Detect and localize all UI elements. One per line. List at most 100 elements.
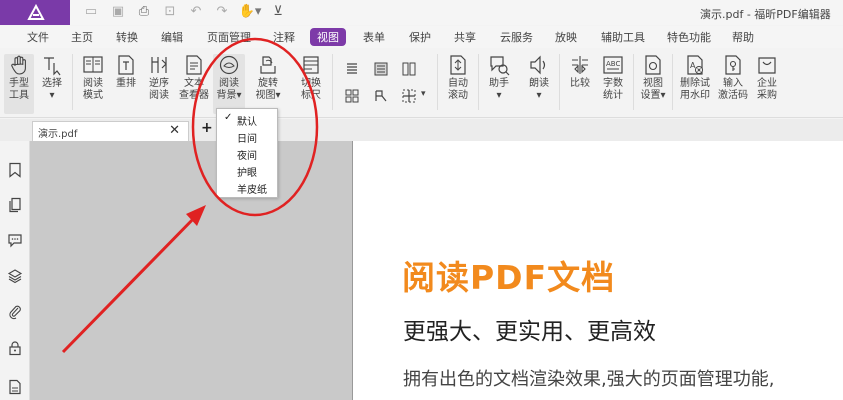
document-canvas-background — [30, 141, 352, 400]
continuous-page-icon[interactable] — [373, 61, 389, 77]
facing-page-icon[interactable] — [401, 61, 417, 77]
text-viewer-button[interactable]: 文本 查看器 — [177, 54, 211, 102]
auto-scroll-button[interactable]: 自动 滚动 — [443, 54, 473, 102]
layers-icon[interactable] — [7, 268, 23, 284]
reflow-button[interactable]: 重排 — [111, 54, 141, 90]
undo-icon[interactable]: ↶ — [188, 4, 204, 20]
attachments-icon[interactable] — [7, 304, 23, 320]
save-icon[interactable]: ▣ — [110, 4, 126, 20]
menu-share[interactable]: 共享 — [454, 29, 476, 45]
document-icon[interactable] — [7, 379, 23, 395]
tab-document-name: 演示.pdf — [38, 129, 78, 140]
toggle-ruler-button[interactable]: 切换 标尺 — [296, 54, 326, 102]
hand-dropdown-icon[interactable]: ✋▾ — [238, 4, 262, 20]
rotate-view-button[interactable]: 旋转 视图▾ — [253, 54, 283, 102]
redo-icon[interactable]: ↷ — [214, 4, 230, 20]
ribbon-separator — [437, 54, 438, 110]
ribbon-separator — [332, 54, 333, 110]
new-tab-button[interactable]: + — [201, 120, 213, 136]
enterprise-purchase-icon — [758, 57, 776, 74]
ribbon-separator — [672, 54, 673, 110]
read-background-button[interactable]: 阅读 背景▾ — [213, 54, 245, 114]
assistant-button[interactable]: 助手 ▾ — [484, 54, 514, 102]
view-settings-button[interactable]: 视图 设置▾ — [638, 54, 668, 102]
tab-document[interactable]: 演示.pdf ✕ — [32, 121, 189, 141]
select-button[interactable]: 选择 ▾ — [37, 54, 67, 102]
menu-view[interactable]: 视图 — [310, 28, 346, 46]
menu-annotate[interactable]: 注释 — [273, 29, 295, 45]
read-background-dropdown: ✓ 默认 日间 夜间 护眼 羊皮纸 — [216, 108, 278, 198]
reverse-read-icon — [151, 57, 167, 73]
menu-edit[interactable]: 编辑 — [161, 29, 183, 45]
background-option-default[interactable]: ✓ 默认 — [217, 111, 279, 128]
cover-page-icon[interactable] — [344, 88, 360, 104]
print-icon[interactable]: ⎙ — [136, 4, 152, 20]
auto-scroll-icon — [450, 55, 466, 75]
page-title: 阅读PDF文档 — [402, 258, 616, 297]
split-view-icon[interactable] — [373, 88, 389, 104]
background-option-parchment[interactable]: 羊皮纸 — [217, 179, 279, 196]
pages-icon[interactable] — [7, 197, 23, 213]
ruler-icon — [303, 56, 319, 74]
hand-icon — [11, 55, 26, 75]
hand-tool-button[interactable]: 手型 工具 — [4, 54, 34, 114]
menu-help[interactable]: 帮助 — [732, 29, 754, 45]
read-mode-icon — [83, 56, 103, 73]
read-mode-button[interactable]: 阅读 模式 — [78, 54, 108, 102]
menu-slideshow[interactable]: 放映 — [555, 29, 577, 45]
menu-file[interactable]: 文件 — [27, 29, 49, 45]
bookmark-icon[interactable] — [7, 162, 23, 178]
reflow-icon — [118, 55, 134, 75]
comments-icon[interactable] — [7, 232, 23, 248]
background-option-day[interactable]: 日间 — [217, 128, 279, 145]
read-background-icon — [219, 55, 239, 75]
menu-page-manage[interactable]: 页面管理 — [207, 29, 251, 45]
svg-text:ABC: ABC — [606, 60, 620, 68]
ribbon-separator — [633, 54, 634, 110]
title-bar: ▭ ▣ ⎙ ⊡ ↶ ↷ ✋▾ ⊻ 演示.pdf - 福昕PDF编辑器 — [0, 0, 843, 25]
folder-icon[interactable]: ▭ — [83, 4, 99, 20]
menu-protect[interactable]: 保护 — [409, 29, 431, 45]
checkmark-icon: ✓ — [224, 112, 233, 123]
menu-accessibility[interactable]: 辅助工具 — [601, 29, 645, 45]
single-page-icon[interactable] — [344, 61, 360, 77]
app-logo — [0, 0, 70, 25]
word-count-button[interactable]: ABC 字数 统计 — [598, 54, 628, 102]
security-icon[interactable] — [7, 340, 23, 356]
menu-cloud[interactable]: 云服务 — [500, 29, 533, 45]
pdf-page: 阅读PDF文档 更强大、更实用、更高效 拥有出色的文档渲染效果,强大的页面管理功… — [352, 141, 843, 400]
activation-code-button[interactable]: 输入 激活码 — [718, 54, 748, 102]
ribbon-separator — [72, 54, 73, 110]
ribbon-separator — [559, 54, 560, 110]
new-page-icon[interactable]: ⊡ — [162, 4, 178, 20]
svg-text:A: A — [690, 61, 696, 70]
menu-home[interactable]: 主页 — [71, 29, 93, 45]
customize-icon[interactable]: ⊻ — [270, 4, 286, 20]
menu-form[interactable]: 表单 — [363, 29, 385, 45]
read-aloud-icon — [530, 55, 546, 75]
background-option-eye-care[interactable]: 护眼 — [217, 162, 279, 179]
word-count-icon: ABC — [603, 56, 623, 74]
menu-bar: 文件 主页 转换 编辑 页面管理 注释 视图 表单 保护 共享 云服务 放映 辅… — [0, 26, 843, 48]
remove-watermark-button[interactable]: A 删除试 用水印 — [677, 54, 713, 102]
menu-convert[interactable]: 转换 — [116, 29, 138, 45]
view-settings-icon — [645, 55, 661, 75]
page-body-text: 拥有出色的文档渲染效果,强大的页面管理功能, — [403, 369, 775, 390]
close-tab-icon[interactable]: ✕ — [169, 123, 180, 138]
menu-features[interactable]: 特色功能 — [667, 29, 711, 45]
assistant-icon — [490, 56, 510, 76]
grid-layout-icon[interactable] — [401, 88, 417, 104]
read-aloud-button[interactable]: 朗读 ▾ — [524, 54, 554, 102]
ribbon-toolbar: 手型 工具 选择 ▾ 阅读 模式 重排 逆序 阅读 文本 查看器 阅读 背景▾ … — [0, 48, 843, 118]
compare-icon — [572, 56, 588, 74]
reverse-read-button[interactable]: 逆序 阅读 — [144, 54, 174, 102]
background-option-night[interactable]: 夜间 — [217, 145, 279, 162]
compare-button[interactable]: 比较 — [565, 54, 595, 90]
page-subtitle: 更强大、更实用、更高效 — [403, 319, 656, 345]
enterprise-purchase-button[interactable]: 企业 采购 — [752, 54, 782, 102]
window-title: 演示.pdf - 福昕PDF编辑器 — [700, 8, 831, 21]
grid-layout-dropdown-arrow[interactable]: ▾ — [421, 89, 426, 99]
activation-code-icon — [725, 55, 741, 75]
select-cursor-icon — [44, 57, 61, 76]
ribbon-separator — [478, 54, 479, 110]
